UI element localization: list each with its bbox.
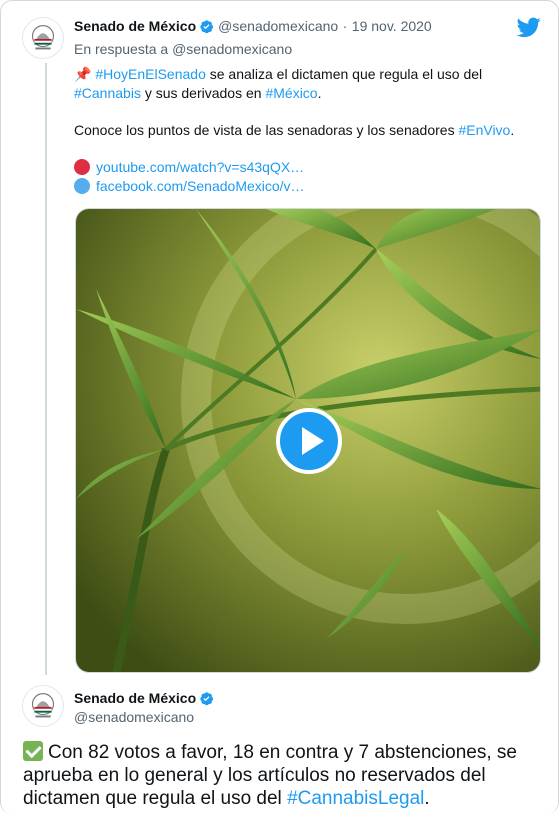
check-mark-icon [23, 741, 43, 761]
verified-badge-icon [199, 691, 214, 706]
thread-connector-line [45, 63, 47, 675]
reply-context: En respuesta a @senadomexicano [74, 41, 292, 57]
facebook-link-row[interactable]: facebook.com/SenadoMexico/v… [74, 177, 544, 196]
video-player[interactable] [75, 208, 541, 673]
author-name[interactable]: Senado de México [74, 18, 196, 34]
hashtag-envivo[interactable]: #EnVivo [458, 122, 510, 138]
tweet-header: Senado de México [74, 690, 214, 708]
hashtag-hoyenelsenado[interactable]: #HoyEnElSenado [95, 66, 206, 82]
text-segment: . [424, 788, 430, 809]
senate-logo-icon [23, 18, 63, 58]
blue-circle-icon [74, 178, 90, 194]
reply-handle[interactable]: @senadomexicano [172, 41, 292, 57]
facebook-link[interactable]: facebook.com/SenadoMexico/v… [96, 178, 305, 194]
text-segment: . [317, 85, 322, 101]
tweet-date[interactable]: 19 nov. 2020 [352, 18, 432, 34]
text-segment: Con 82 votos a favor, 18 en contra y 7 a… [23, 742, 517, 809]
hashtag-cannabislegal[interactable]: #CannabisLegal [287, 788, 424, 809]
hashtag-mexico[interactable]: #México [265, 85, 317, 101]
avatar[interactable] [22, 685, 64, 727]
text-segment: . [510, 122, 515, 138]
play-icon[interactable] [276, 408, 342, 474]
youtube-link-row[interactable]: youtube.com/watch?v=s43qQX… [74, 158, 544, 177]
text-segment: Conoce los puntos de vista de las senado… [74, 122, 459, 138]
author-handle[interactable]: @senadomexicano [218, 18, 338, 34]
youtube-link[interactable]: youtube.com/watch?v=s43qQX… [96, 159, 304, 175]
author-handle[interactable]: @senadomexicano [74, 709, 194, 725]
separator: · [342, 18, 348, 34]
tweet-text: Con 82 votos a favor, 18 en contra y 7 a… [23, 741, 543, 810]
avatar[interactable] [22, 17, 64, 59]
text-segment: y sus derivados en [140, 85, 266, 101]
twitter-bird-icon[interactable] [516, 15, 541, 39]
text-segment: se analiza el dictamen que regula el uso… [205, 66, 483, 82]
tweet-text: 📌 #HoyEnElSenado se analiza el dictamen … [74, 65, 544, 196]
hashtag-cannabis[interactable]: #Cannabis [74, 85, 141, 101]
senate-logo-icon [23, 686, 63, 726]
author-name[interactable]: Senado de México [74, 690, 196, 706]
verified-badge-icon [199, 19, 214, 34]
tweet-thread-card: Senado de México @senadomexicano · 19 nov… [0, 0, 559, 814]
red-circle-icon [74, 159, 90, 175]
tweet-header: Senado de México @senadomexicano · 19 nov… [74, 18, 432, 36]
reply-prefix: En respuesta a [74, 41, 169, 57]
pin-emoji: 📌 [74, 66, 92, 82]
